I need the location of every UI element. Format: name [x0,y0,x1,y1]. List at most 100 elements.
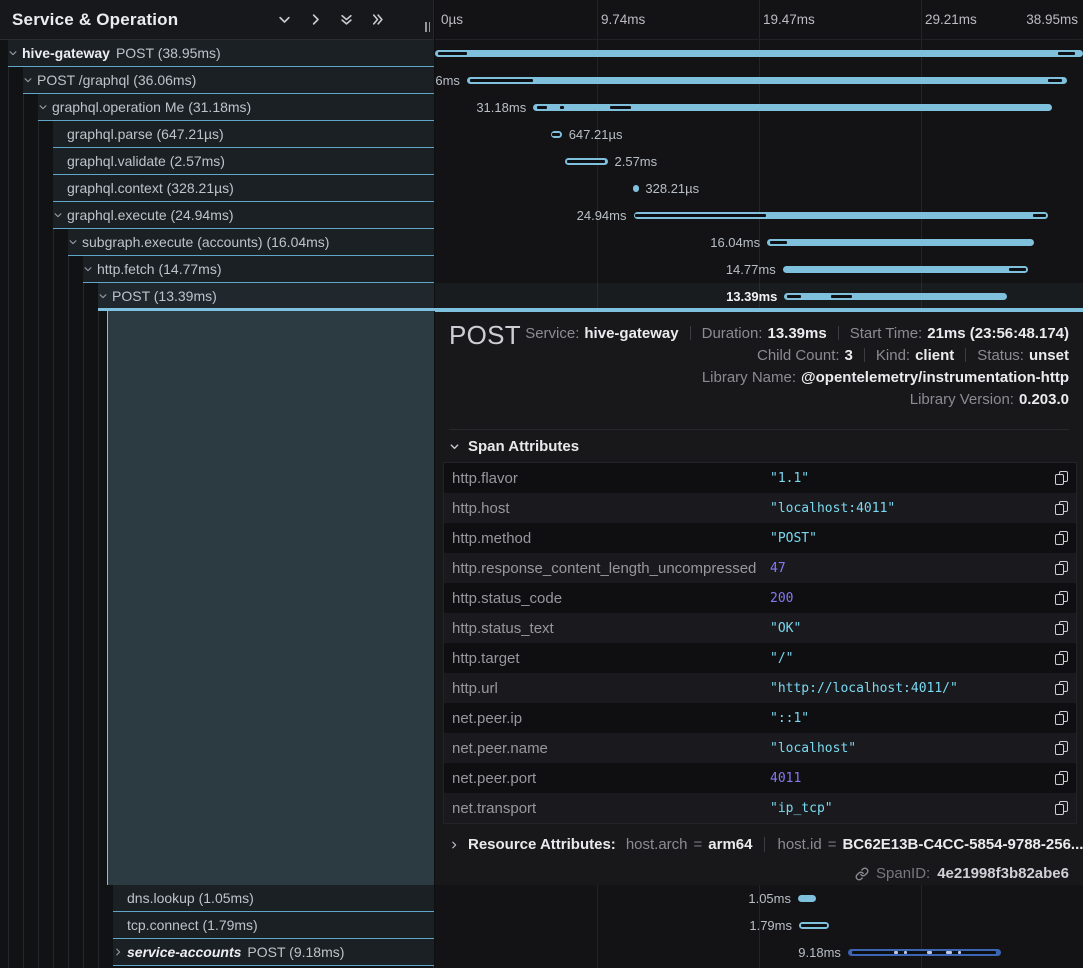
span-bar[interactable] [435,50,1083,57]
attribute-key: http.status_text [452,620,770,637]
detail-divider [449,429,1069,430]
span-bar[interactable] [784,293,1007,300]
span-bar[interactable] [634,212,1049,219]
resource-attribute: host.id=BC62E13B-C4CC-5854-9788-256... [777,836,1083,853]
duration-label: 647.21µs [569,121,623,148]
chevron-down-icon[interactable] [276,12,292,28]
chevron-down-icon[interactable] [8,48,18,58]
span-bar[interactable] [551,131,562,138]
attribute-key: http.url [452,680,770,697]
span-tree-row[interactable]: service-accountsPOST (9.18ms) [0,939,434,966]
overview-value: 13.39ms [767,325,826,342]
span-tree-row[interactable]: graphql.operation Me (31.18ms) [0,94,434,121]
span-tree-row[interactable]: subgraph.execute (accounts) (16.04ms) [0,229,434,256]
attribute-row: http.url "http://localhost:4011/" [444,673,1076,703]
duration-label: 1.79ms [749,912,792,939]
span-tree-row[interactable]: hive-gatewayPOST (38.95ms) [0,40,434,67]
duration-label: 2.57ms [615,148,658,175]
attribute-value: "localhost:4011" [770,501,1055,516]
panel-resize-handle[interactable] [425,22,430,32]
chevron-down-icon[interactable] [68,237,78,247]
double-chevron-right-icon[interactable] [369,12,385,28]
copy-icon[interactable] [1055,801,1068,815]
timeline-row: 14.77ms [435,256,1083,283]
span-label: graphql.operation Me (31.18ms) [52,94,251,120]
chevron-down-icon [449,441,460,452]
chevron-right-icon[interactable] [307,12,323,28]
span-attributes-table: http.flavor "1.1" http.host "localhost:4… [443,462,1077,824]
copy-icon[interactable] [1055,741,1068,755]
chevron-down-icon[interactable] [38,102,48,112]
attribute-key: net.peer.ip [452,710,770,727]
span-bar[interactable] [783,266,1029,273]
copy-icon[interactable] [1055,501,1068,515]
attribute-row: net.peer.ip "::1" [444,703,1076,733]
span-tree-row[interactable]: dns.lookup (1.05ms) [0,885,434,912]
chevron-down-icon[interactable] [83,264,93,274]
span-bar[interactable] [798,895,816,902]
attribute-row: http.target "/" [444,643,1076,673]
axis-tick: 38.95ms [1026,0,1078,40]
copy-icon[interactable] [1055,711,1068,725]
attribute-key: http.host [452,500,770,517]
duration-label: 328.21µs [645,175,699,202]
child-span-marker [1048,79,1062,82]
span-tree-row[interactable]: http.fetch (14.77ms) [0,256,434,283]
timeline-row: 31.18ms [435,94,1083,121]
span-bar[interactable] [848,949,1001,956]
child-span-marker [567,160,605,163]
span-attributes-toggle[interactable]: Span Attributes [449,438,579,455]
copy-icon[interactable] [1055,651,1068,665]
span-label: service-accountsPOST (9.18ms) [127,939,344,965]
span-bar[interactable] [533,104,1052,111]
span-tree-row[interactable]: graphql.parse (647.21µs) [0,121,434,148]
span-label: http.fetch (14.77ms) [97,256,222,282]
span-tree-row[interactable]: POST /graphql (36.06ms) [0,67,434,94]
link-icon[interactable] [855,867,869,881]
chevron-down-icon[interactable] [98,291,108,301]
span-id-value: 4e21998f3b82abe6 [937,865,1069,882]
duration-label: 16.04ms [710,229,760,256]
double-chevron-down-icon[interactable] [338,12,354,28]
attribute-value: "/" [770,651,1055,666]
span-id-label: SpanID: [876,865,930,882]
span-bar[interactable] [799,922,829,929]
attribute-value: "::1" [770,711,1055,726]
chevron-down-icon[interactable] [53,210,63,220]
span-tree-row[interactable]: graphql.validate (2.57ms) [0,148,434,175]
timeline-row: 13.39ms [435,283,1083,310]
span-bar[interactable] [767,239,1034,246]
chevron-down-icon[interactable] [23,75,33,85]
overview-value: unset [1029,347,1069,364]
attribute-value: 200 [770,591,1055,606]
resource-attributes-row[interactable]: Resource Attributes:host.arch=arm64host.… [449,836,1083,853]
span-label: POST (13.39ms) [112,283,217,309]
attribute-key: http.response_content_length_uncompresse… [452,560,770,577]
span-tree-row[interactable]: tcp.connect (1.79ms) [0,912,434,939]
overview-label: Child Count: [757,347,840,364]
attribute-value: 47 [770,561,1055,576]
span-tree-row[interactable]: POST (13.39ms) [0,283,434,310]
divider [838,326,839,340]
timeline-row: 647.21µs [435,121,1083,148]
child-span-marker [438,52,468,55]
copy-icon[interactable] [1055,471,1068,485]
child-span-marker [787,295,801,298]
copy-icon[interactable] [1055,771,1068,785]
copy-icon[interactable] [1055,681,1068,695]
copy-icon[interactable] [1055,591,1068,605]
copy-icon[interactable] [1055,531,1068,545]
chevron-right-icon[interactable] [113,947,123,957]
span-tree-row[interactable]: graphql.context (328.21µs) [0,175,434,202]
copy-icon[interactable] [1055,621,1068,635]
span-label: graphql.parse (647.21µs) [67,121,224,147]
divider [764,837,765,852]
span-tree-row[interactable]: graphql.execute (24.94ms) [0,202,434,229]
overview-value: hive-gateway [584,325,678,342]
copy-icon[interactable] [1055,561,1068,575]
span-bar[interactable] [565,158,608,165]
timeline-row: 9.18ms [435,939,1083,966]
span-bar[interactable] [467,77,1067,84]
span-bar[interactable] [633,185,639,192]
span-tree-header: Service & Operation [0,0,433,40]
